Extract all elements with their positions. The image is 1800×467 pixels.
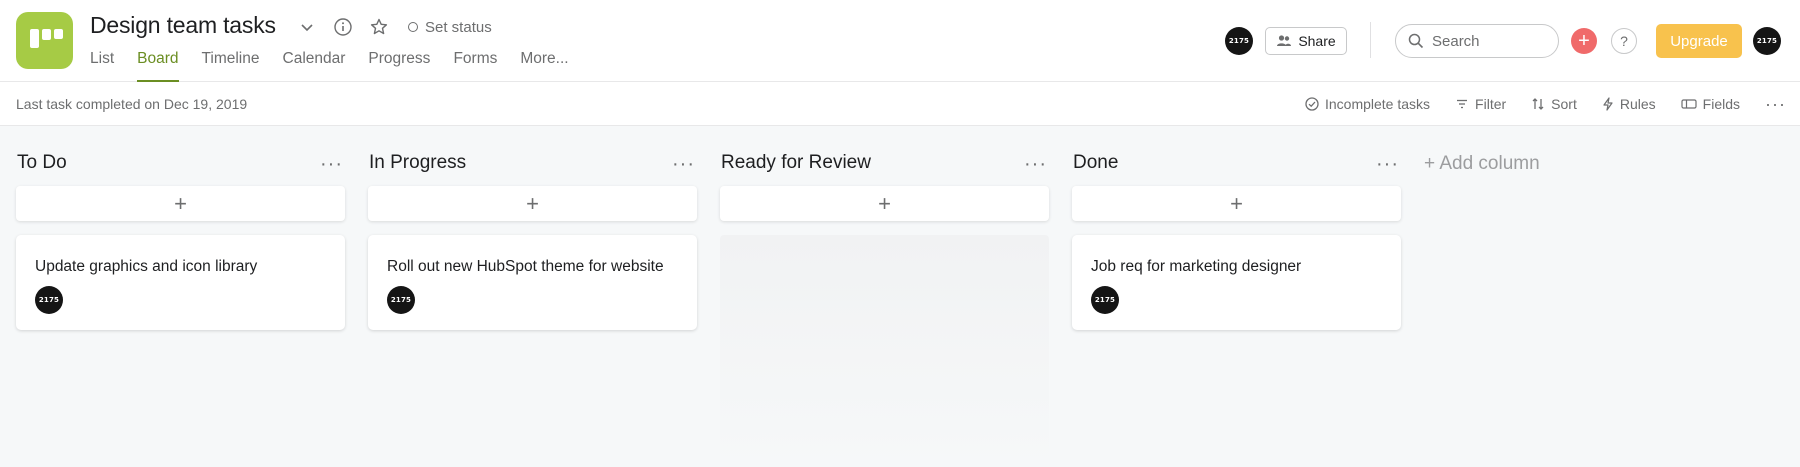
share-label: Share — [1298, 33, 1336, 49]
search-placeholder: Search — [1432, 32, 1480, 50]
tab-timeline[interactable]: Timeline — [202, 50, 260, 82]
board-column: Ready for Review ··· + — [720, 126, 1049, 467]
assignee-avatar[interactable]: 2175 — [387, 286, 415, 314]
task-name: Roll out new HubSpot theme for website — [387, 258, 664, 275]
project-title-actions: Set status — [296, 16, 492, 38]
column-title[interactable]: Ready for Review — [721, 152, 871, 174]
board-toolbar-actions: Incomplete tasks Filter Sort Rules Field… — [1305, 82, 1786, 126]
project-board-icon[interactable] — [16, 12, 73, 69]
column-menu-icon[interactable]: ··· — [320, 154, 343, 174]
board-column: To Do ··· + Update graphics and icon lib… — [16, 126, 345, 467]
quick-add-button[interactable]: + — [1571, 28, 1597, 54]
incomplete-tasks-label: Incomplete tasks — [1324, 96, 1431, 112]
search-icon — [1408, 33, 1424, 49]
board-column: Done ··· + Job req for marketing designe… — [1072, 126, 1401, 467]
tab-calendar[interactable]: Calendar — [283, 50, 346, 82]
column-menu-icon[interactable]: ··· — [1376, 154, 1399, 174]
project-tabs: List Board Timeline Calendar Progress Fo… — [90, 50, 592, 82]
rules-label: Rules — [1619, 96, 1656, 112]
star-icon[interactable] — [368, 16, 390, 38]
task-card[interactable]: Update graphics and icon library 2175 — [16, 235, 345, 330]
sort-icon — [1532, 98, 1544, 110]
header-divider — [1370, 22, 1371, 58]
status-dot-icon — [408, 22, 418, 32]
column-title[interactable]: In Progress — [369, 152, 466, 174]
task-card[interactable]: Job req for marketing designer 2175 — [1072, 235, 1401, 330]
column-menu-icon[interactable]: ··· — [1024, 154, 1047, 174]
add-column-button[interactable]: + Add column — [1424, 153, 1540, 175]
project-header: Design team tasks Set status List Board … — [0, 0, 1800, 82]
add-task-button[interactable]: + — [720, 186, 1049, 221]
fields-button[interactable]: Fields — [1681, 96, 1740, 112]
column-menu-icon[interactable]: ··· — [672, 154, 695, 174]
task-name: Job req for marketing designer — [1091, 258, 1302, 275]
rules-button[interactable]: Rules — [1602, 96, 1656, 112]
assignee-avatar[interactable]: 2175 — [35, 286, 63, 314]
project-member-avatar[interactable]: 2175 — [1225, 27, 1253, 55]
sort-label: Sort — [1551, 96, 1577, 112]
lightning-icon — [1603, 97, 1613, 111]
board-toolbar: Last task completed on Dec 19, 2019 Inco… — [0, 82, 1800, 126]
user-avatar[interactable]: 2175 — [1753, 27, 1781, 55]
task-card[interactable]: Roll out new HubSpot theme for website 2… — [368, 235, 697, 330]
search-input[interactable]: Search — [1395, 24, 1559, 58]
board-column: In Progress ··· + Roll out new HubSpot t… — [368, 126, 697, 467]
tab-more[interactable]: More... — [520, 50, 568, 82]
project-title[interactable]: Design team tasks — [90, 12, 276, 39]
tab-forms[interactable]: Forms — [453, 50, 497, 82]
filter-button[interactable]: Filter — [1455, 96, 1506, 112]
help-button[interactable]: ? — [1611, 28, 1637, 54]
tab-progress[interactable]: Progress — [368, 50, 430, 82]
upgrade-button[interactable]: Upgrade — [1656, 24, 1742, 58]
info-icon[interactable] — [332, 16, 354, 38]
more-options-icon[interactable]: ··· — [1765, 95, 1786, 113]
board: To Do ··· + Update graphics and icon lib… — [0, 126, 1800, 467]
share-button[interactable]: Share — [1265, 27, 1347, 55]
column-title[interactable]: To Do — [17, 152, 67, 174]
people-icon — [1277, 35, 1292, 46]
add-task-button[interactable]: + — [368, 186, 697, 221]
fields-icon — [1681, 99, 1697, 109]
sort-button[interactable]: Sort — [1531, 96, 1577, 112]
filter-icon — [1457, 99, 1468, 109]
empty-column-area — [720, 235, 1049, 467]
assignee-avatar[interactable]: 2175 — [1091, 286, 1119, 314]
tab-list[interactable]: List — [90, 50, 114, 82]
add-task-button[interactable]: + — [16, 186, 345, 221]
tab-board[interactable]: Board — [137, 50, 179, 82]
set-status-label: Set status — [425, 18, 492, 36]
fields-label: Fields — [1702, 96, 1741, 112]
chevron-down-icon[interactable] — [296, 16, 318, 38]
column-title[interactable]: Done — [1073, 152, 1118, 174]
filter-label: Filter — [1475, 96, 1507, 112]
add-task-button[interactable]: + — [1072, 186, 1401, 221]
incomplete-tasks-button[interactable]: Incomplete tasks — [1305, 96, 1430, 112]
last-task-completed: Last task completed on Dec 19, 2019 — [16, 96, 248, 112]
set-status-button[interactable]: Set status — [408, 19, 492, 36]
task-name: Update graphics and icon library — [35, 258, 258, 275]
check-circle-icon — [1305, 97, 1319, 111]
